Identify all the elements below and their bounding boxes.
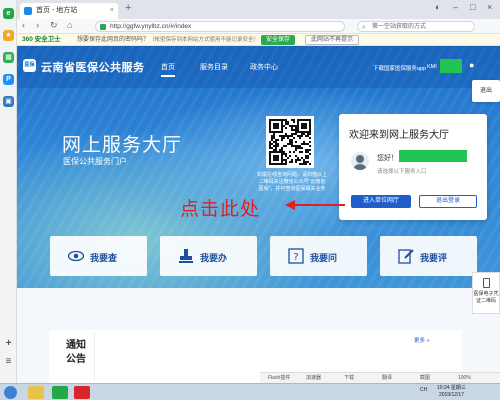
password-save-bar: 360 安全卫士 想要保存此网页的密码吗？ （帐密保存到本网站方式使用不能记录安…	[17, 34, 500, 46]
qr-caption: 如需在线咨询问题，请扫描以上二维码关注微信公众号“云南省医保”，并可查询医保相关…	[257, 172, 328, 192]
e-voucher-qr-panel[interactable]: 医保电子凭证二维码	[472, 272, 500, 314]
web-page: 医保 云南省医保公共服务 首页 服务目录 政务中心 下载国家医保服务app KM…	[17, 46, 500, 383]
taskbar-folder-icon[interactable]	[28, 386, 44, 399]
menu-icon[interactable]: ≡	[3, 356, 14, 367]
pay-icon[interactable]: P	[3, 74, 14, 85]
welcome-title: 欢迎来到网上服务大厅	[349, 130, 449, 141]
user-type-hint: 请选择以下服务入口	[377, 169, 427, 175]
service-query-card[interactable]: 我要查	[50, 236, 147, 276]
tab-title: 首页 - 地方站	[36, 7, 78, 14]
save-password-detail: （帐密保存到本网站方式使用不能记录安全）	[149, 37, 260, 43]
service-review-card[interactable]: 我要评	[380, 236, 477, 276]
service-ask-label: 我要问	[310, 253, 338, 263]
status-item[interactable]: 加速器	[306, 373, 321, 383]
status-item[interactable]: 100%	[458, 373, 471, 383]
minimize-button[interactable]: –	[453, 2, 458, 12]
status-item[interactable]: 截图	[420, 373, 430, 383]
notice-title-line2: 公告	[66, 354, 86, 365]
clock[interactable]: 10:24 星期三 2019/12/17	[437, 385, 466, 399]
screenshot-icon[interactable]: ▣	[3, 96, 14, 107]
taskbar: CH 10:24 星期三 2019/12/17	[0, 383, 500, 400]
never-remind-button[interactable]: 此网站不再提示	[305, 35, 360, 45]
save-password-message: 想要保存此网页的密码吗？	[77, 37, 150, 43]
apps-icon[interactable]: ▦	[3, 52, 14, 63]
tab-home[interactable]: 首页 - 地方站 ×	[20, 3, 118, 19]
greeting: 您好！	[377, 155, 398, 162]
status-item[interactable]: 下载	[344, 373, 354, 383]
site-favicon-icon	[24, 7, 32, 15]
site-name: 云南省医保公共服务	[41, 62, 145, 74]
edit-icon	[398, 249, 414, 264]
welcome-card: 欢迎来到网上服务大厅 您好！ 请选择以下服务入口 进入单位网厅 退出登录	[339, 114, 487, 220]
nav-service-catalog[interactable]: 服务目录	[200, 62, 228, 72]
url-field[interactable]: http://ggfw.ynylbz.cn/#/index	[95, 21, 345, 32]
maximize-button[interactable]: □	[470, 2, 475, 12]
favorites-icon[interactable]: ★	[3, 30, 14, 41]
status-item[interactable]: Flash插件	[268, 373, 290, 383]
back-button[interactable]: ‹	[22, 20, 25, 30]
nav-government-center[interactable]: 政务中心	[250, 62, 278, 72]
taskbar-wps-icon[interactable]	[74, 386, 90, 399]
service-ask-card[interactable]: ? 我要问	[270, 236, 367, 276]
close-window-button[interactable]: ×	[487, 2, 492, 12]
safe-save-button[interactable]: 安全保存	[261, 35, 296, 45]
address-toolbar: ‹ › ↻ ⌂ http://ggfw.ynylbz.cn/#/index ⌕ …	[17, 19, 500, 34]
clock-date: 2019/12/17	[438, 392, 464, 398]
redacted-username	[440, 59, 462, 73]
home-button[interactable]: ⌂	[67, 20, 72, 30]
browser-sidebar: e ★ ▦ P ▣ + ≡	[0, 0, 17, 383]
refresh-button[interactable]: ↻	[50, 20, 58, 31]
secure-lock-icon	[100, 24, 106, 30]
360-browser-icon[interactable]: e	[3, 8, 14, 19]
add-icon[interactable]: +	[3, 338, 14, 349]
nav-home[interactable]: 首页	[161, 62, 175, 77]
service-handle-card[interactable]: 我要办	[160, 236, 257, 276]
enter-unit-hall-button[interactable]: 进入单位网厅	[351, 195, 411, 208]
e-voucher-label: 医保电子凭证二维码	[473, 291, 499, 304]
logout-button[interactable]: 退出登录	[419, 195, 477, 208]
input-language[interactable]: CH	[420, 387, 427, 393]
clock-time: 10:24 星期三	[437, 385, 466, 391]
search-icon: ⌕	[362, 24, 366, 31]
user-prefix: KMI	[427, 64, 437, 70]
taskbar-browser-icon[interactable]	[52, 386, 68, 399]
hall-subtitle: 医保公共服务门户	[63, 157, 127, 166]
skin-icon[interactable]: ◐	[435, 2, 440, 12]
question-icon: ?	[288, 248, 304, 264]
notice-title-line1: 通知	[66, 340, 86, 351]
avatar-icon	[351, 152, 369, 170]
service-query-label: 我要查	[90, 253, 118, 263]
logout-popup[interactable]: 退出	[472, 80, 500, 102]
service-handle-label: 我要办	[200, 253, 228, 263]
site-header: 医保 云南省医保公共服务 首页 服务目录 政务中心 下载国家医保服务app KM…	[17, 46, 500, 88]
svg-text:?: ?	[293, 252, 298, 263]
phone-icon	[482, 278, 490, 288]
new-tab-button[interactable]: +	[125, 2, 131, 14]
security-brand: 360 安全卫士	[22, 36, 61, 43]
notice-more-link[interactable]: 更多 »	[414, 336, 430, 344]
click-here-annotation: 点击此处	[180, 198, 261, 220]
url-text: http://ggfw.ynylbz.cn/#/index	[110, 23, 192, 30]
forward-button[interactable]: ›	[36, 20, 39, 30]
browser-status-bar: Flash插件 加速器 下载 翻译 截图 100%	[260, 372, 500, 383]
service-review-label: 我要评	[420, 253, 448, 263]
user-icon[interactable]: ●	[469, 60, 474, 70]
wechat-qr-code	[266, 116, 314, 168]
tab-close-icon[interactable]: ×	[110, 3, 114, 19]
search-placeholder: 第一空站获取的方式	[372, 24, 427, 30]
status-item[interactable]: 翻译	[382, 373, 392, 383]
eye-icon	[68, 250, 84, 262]
stamp-icon	[179, 249, 193, 263]
app-download-link[interactable]: 下载国家医保服务app	[373, 64, 426, 72]
hall-title: 网上服务大厅	[62, 135, 183, 156]
hero-banner: 医保 云南省医保公共服务 首页 服务目录 政务中心 下载国家医保服务app KM…	[17, 46, 500, 288]
annotation-arrow-icon	[285, 200, 345, 210]
tab-strip: 首页 - 地方站 × + ◐ – □ ×	[17, 0, 500, 19]
start-button[interactable]	[4, 386, 17, 399]
search-input[interactable]: ⌕ 第一空站获取的方式	[357, 21, 475, 32]
redacted-company-name	[399, 150, 467, 162]
site-logo[interactable]: 医保	[23, 59, 36, 72]
